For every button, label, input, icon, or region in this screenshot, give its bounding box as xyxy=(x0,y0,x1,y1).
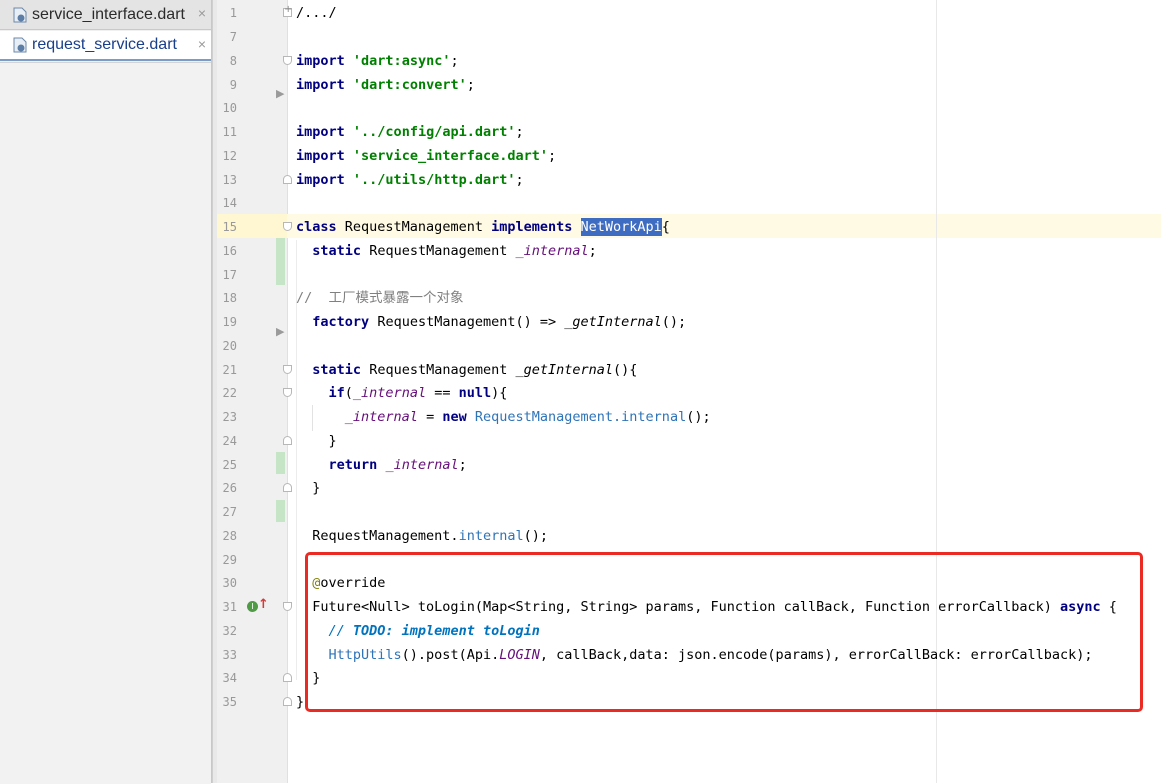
line-number: 11 xyxy=(222,125,237,139)
code-text: } xyxy=(296,694,305,710)
code-line: 25 return _internal; xyxy=(217,453,1161,477)
line-number: 23 xyxy=(222,410,237,424)
fold-collapse-icon[interactable] xyxy=(283,483,292,492)
tab-service-interface[interactable]: service_interface.dart × xyxy=(0,0,211,30)
tab-label: service_interface.dart xyxy=(32,5,185,23)
implements-icon[interactable]: I xyxy=(247,601,258,612)
line-number: 22 xyxy=(222,386,237,400)
editor-tab-strip: service_interface.dart × request_service… xyxy=(0,0,212,784)
code-line: 1 /.../ xyxy=(217,1,1161,25)
code-line: 23 _internal = new RequestManagement.int… xyxy=(217,405,1161,429)
fold-collapse-icon[interactable] xyxy=(283,365,292,374)
code-text: factory RequestManagement() => _getInter… xyxy=(312,314,687,330)
selected-text[interactable]: NetWorkApi xyxy=(580,218,662,236)
line-number: 7 xyxy=(229,30,237,44)
line-number: 15 xyxy=(222,220,237,234)
code-line: 12 import 'service_interface.dart'; xyxy=(217,144,1161,168)
line-number: 24 xyxy=(222,434,237,448)
dart-file-icon xyxy=(13,37,27,53)
breakpoint-arrow-icon[interactable]: ▶ xyxy=(276,325,284,338)
code-text: } xyxy=(328,433,337,449)
code-line: 20 ▶ xyxy=(217,325,1161,358)
code-line: 11 import '../config/api.dart'; xyxy=(217,120,1161,144)
fold-collapse-icon[interactable] xyxy=(283,222,292,231)
code-text: import 'service_interface.dart'; xyxy=(296,148,557,164)
line-number: 18 xyxy=(222,291,237,305)
fold-expand-icon[interactable] xyxy=(283,4,292,17)
code-line: 28 RequestManagement.internal(); xyxy=(217,524,1161,548)
code-text: import 'dart:async'; xyxy=(296,53,459,69)
fold-collapse-icon[interactable] xyxy=(283,436,292,445)
code-line: 10 ▶ xyxy=(217,87,1161,120)
code-line: 22 if(_internal == null){ xyxy=(217,381,1161,405)
code-text: RequestManagement.internal(); xyxy=(312,528,548,544)
code-text: import '../config/api.dart'; xyxy=(296,124,524,140)
code-comment: // 工厂模式暴露一个对象 xyxy=(296,290,464,306)
line-number: 29 xyxy=(222,553,237,567)
code-text: class RequestManagement implements NetWo… xyxy=(296,218,670,236)
code-text: /.../ xyxy=(296,5,337,21)
breakpoint-arrow-icon[interactable]: ▶ xyxy=(276,87,284,100)
line-number: 10 xyxy=(222,101,237,115)
close-icon[interactable]: × xyxy=(198,5,206,21)
line-number: 27 xyxy=(222,505,237,519)
line-number: 21 xyxy=(222,363,237,377)
line-number: 8 xyxy=(229,54,237,68)
line-number: 13 xyxy=(222,173,237,187)
tab-label: request_service.dart xyxy=(32,36,177,53)
code-line: 13 import '../utils/http.dart'; xyxy=(217,168,1161,192)
code-line: 21 static RequestManagement _getInternal… xyxy=(217,358,1161,382)
fold-collapse-icon[interactable] xyxy=(283,602,292,611)
code-text: _internal = new RequestManagement.intern… xyxy=(344,409,711,425)
code-line: 16 static RequestManagement _internal; xyxy=(217,239,1161,263)
code-line: 24 } xyxy=(217,429,1161,453)
line-number: 25 xyxy=(222,458,237,472)
line-number: 35 xyxy=(222,695,237,709)
code-line: 27 xyxy=(217,500,1161,524)
line-number: 9 xyxy=(229,78,237,92)
tab-request-service[interactable]: request_service.dart × xyxy=(0,31,211,61)
code-text: static RequestManagement _getInternal(){ xyxy=(312,362,638,378)
fold-collapse-icon[interactable] xyxy=(283,673,292,682)
line-number: 17 xyxy=(222,268,237,282)
fold-collapse-icon[interactable] xyxy=(283,388,292,397)
fold-collapse-icon[interactable] xyxy=(283,697,292,706)
line-number: 20 xyxy=(222,339,237,353)
highlight-annotation-box xyxy=(305,552,1143,712)
code-line: 7 xyxy=(217,25,1161,49)
fold-collapse-icon[interactable] xyxy=(283,56,292,65)
line-number: 19 xyxy=(222,315,237,329)
code-text: if(_internal == null){ xyxy=(328,385,508,401)
line-number: 32 xyxy=(222,624,237,638)
code-text: static RequestManagement _internal; xyxy=(312,243,597,259)
fold-collapse-icon[interactable] xyxy=(283,175,292,184)
line-number: 31 xyxy=(222,600,237,614)
code-line: 18 // 工厂模式暴露一个对象 xyxy=(217,286,1161,310)
line-number: 33 xyxy=(222,648,237,662)
line-number: 12 xyxy=(222,149,237,163)
code-line: 9 import 'dart:convert'; xyxy=(217,73,1161,97)
line-number: 1 xyxy=(229,6,237,20)
close-icon[interactable]: × xyxy=(198,36,206,52)
code-line: 17 xyxy=(217,263,1161,287)
line-number: 16 xyxy=(222,244,237,258)
dart-file-icon xyxy=(13,7,27,23)
code-text: import 'dart:convert'; xyxy=(296,77,475,93)
line-number: 28 xyxy=(222,529,237,543)
code-line: 26 } xyxy=(217,476,1161,500)
code-line: 15 class RequestManagement implements Ne… xyxy=(217,215,1161,239)
code-text: } xyxy=(312,480,321,496)
sidebar-panel xyxy=(0,62,211,784)
line-number: 14 xyxy=(222,196,237,210)
code-text: import '../utils/http.dart'; xyxy=(296,172,524,188)
code-line: 19 factory RequestManagement() => _getIn… xyxy=(217,310,1161,334)
line-number: 26 xyxy=(222,481,237,495)
line-number: 34 xyxy=(222,671,237,685)
line-number: 30 xyxy=(222,576,237,590)
code-line: 8 import 'dart:async'; xyxy=(217,49,1161,73)
override-arrow-icon[interactable]: ↑ xyxy=(258,597,269,612)
code-line: 14 xyxy=(217,191,1161,215)
code-text: return _internal; xyxy=(328,457,467,473)
